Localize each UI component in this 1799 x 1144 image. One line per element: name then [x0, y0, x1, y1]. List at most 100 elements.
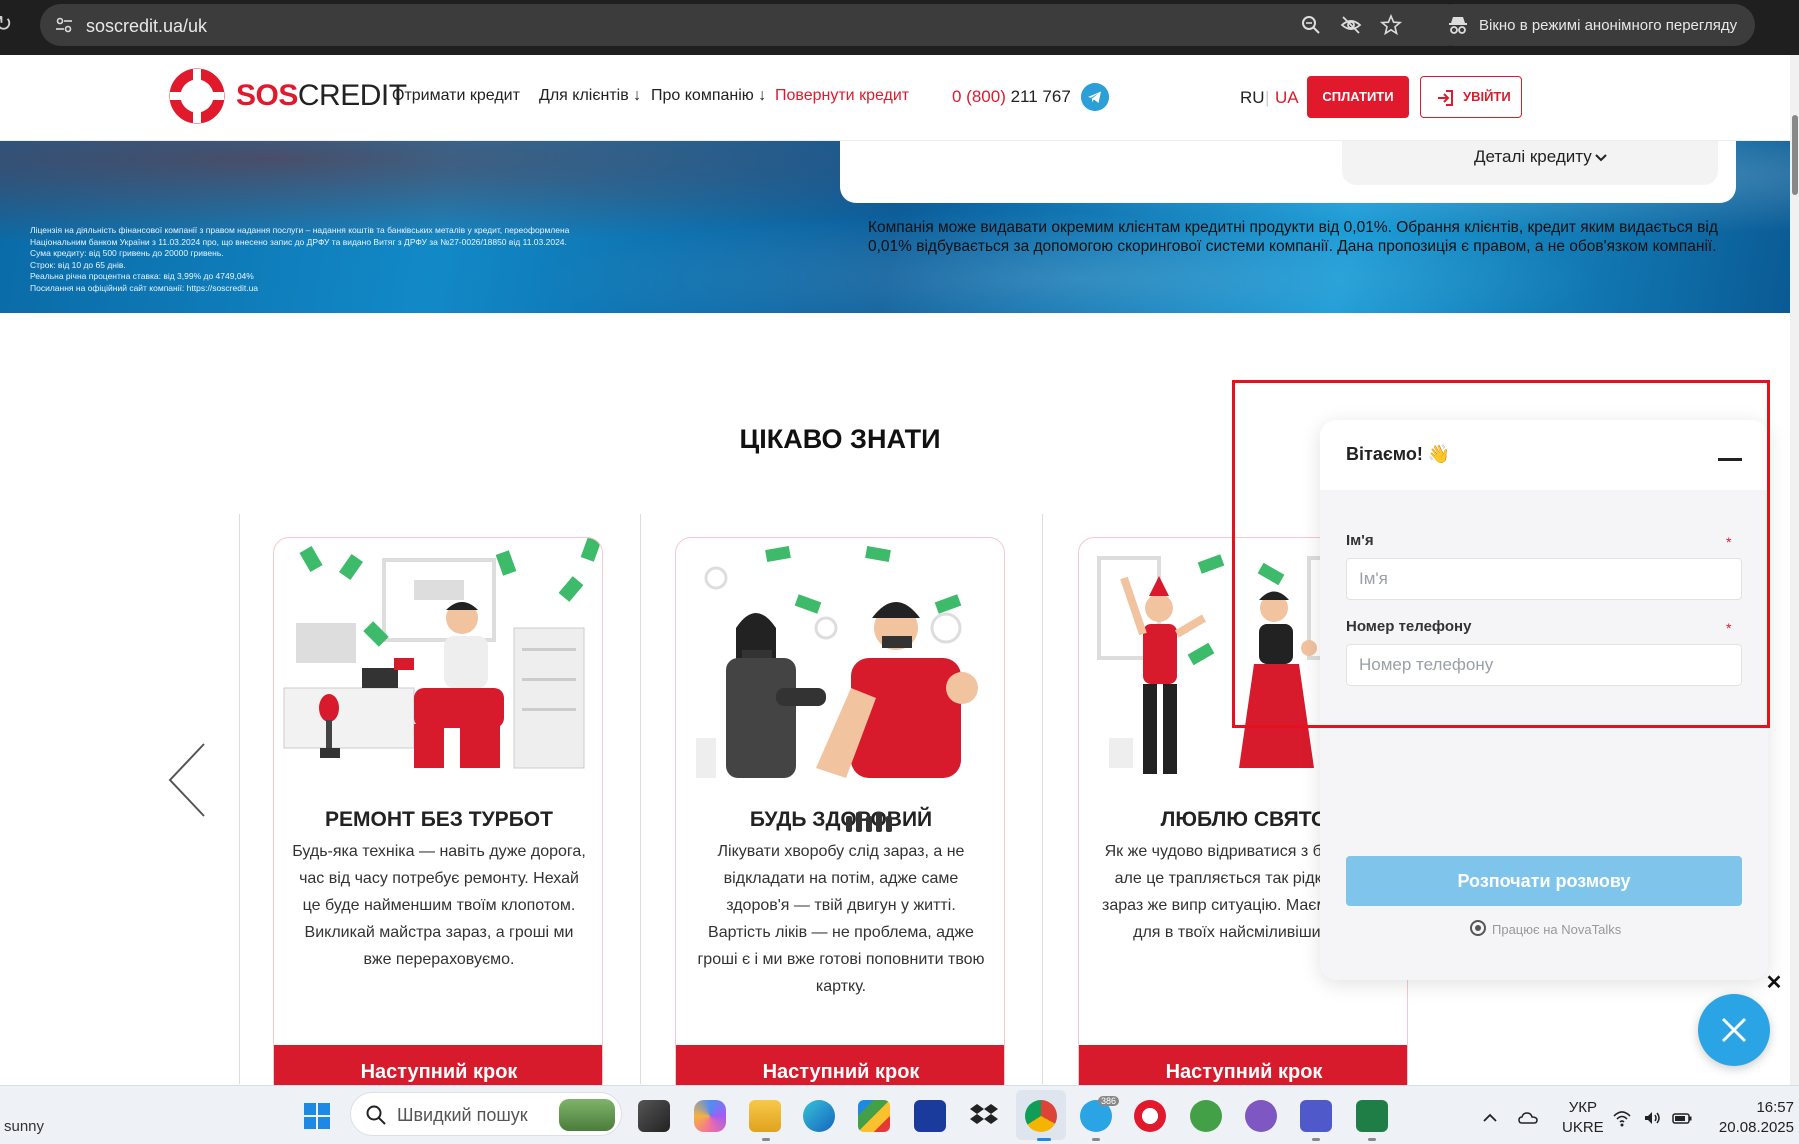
search-highlight-image [559, 1099, 615, 1131]
running-dot [1368, 1138, 1376, 1141]
telegram-icon[interactable] [1081, 83, 1109, 111]
clock-date: 20.08.2025 [1718, 1119, 1794, 1136]
site-info-icon[interactable] [54, 15, 74, 35]
start-conversation-button[interactable]: Розпочати розмову [1346, 856, 1742, 906]
nav-for-clients[interactable]: Для клієнтів ↓ [539, 87, 641, 105]
running-dot [1092, 1138, 1100, 1141]
clock-time: 16:57 [1756, 1099, 1794, 1116]
incognito-indicator[interactable]: Вікно в режимі анонімного перегляду [1433, 4, 1755, 46]
license-line: Реальна річна процентна ставка: від 3,99… [30, 271, 254, 281]
dropbox-icon[interactable] [968, 1100, 1000, 1132]
battery-icon[interactable] [1672, 1108, 1692, 1128]
site-header: SOSCREDIT Отримати кредит Для клієнтів ↓… [0, 55, 1790, 141]
search-placeholder: Швидкий пошук [397, 1105, 528, 1125]
logo-credit: CREDIT [297, 79, 407, 112]
system-clock[interactable]: 16:57 20.08.2025 [1712, 1098, 1794, 1138]
chat-greeting: Вітаємо! 👋 [1346, 444, 1451, 464]
nav-get-credit[interactable]: Отримати кредит [392, 87, 520, 105]
carousel-prev-arrow-icon[interactable] [166, 740, 206, 820]
card-next-step-button[interactable]: Наступний крок [1079, 1045, 1407, 1086]
license-info: Ліцензія на діяльність фінансової компан… [30, 225, 730, 294]
minimize-icon[interactable] [1718, 458, 1742, 461]
edge-icon[interactable] [803, 1100, 835, 1132]
url-text[interactable]: soscredit.ua/uk [86, 16, 207, 37]
chrome-icon[interactable] [1025, 1100, 1057, 1132]
weather-widget[interactable]: sunny [4, 1118, 44, 1135]
phone-number[interactable]: 0 (800) 211 767 [952, 87, 1071, 107]
nav-repay-credit[interactable]: Повернути кредит [775, 87, 909, 105]
credit-details-toggle[interactable]: Деталі кредиту [1342, 141, 1718, 185]
hero-banner: Ліцензія на діяльність фінансової компан… [0, 141, 1790, 313]
pay-button[interactable]: СПЛАТИТИ [1307, 76, 1409, 118]
file-explorer-icon[interactable] [749, 1100, 781, 1132]
required-mark: * [1726, 620, 1732, 636]
opera-icon[interactable] [1134, 1100, 1166, 1132]
logo-sos: SOS [236, 79, 298, 112]
card-text: Будь-яка техніка — навіть дуже дорога, ч… [292, 843, 586, 968]
nav-about-company[interactable]: Про компанію ↓ [651, 87, 766, 105]
required-mark: * [1726, 534, 1732, 550]
eye-off-icon[interactable] [1340, 14, 1362, 36]
chevron-down-icon [1595, 154, 1607, 162]
scrollbar-thumb[interactable] [1792, 115, 1798, 195]
lang-ua[interactable]: UA [1275, 88, 1299, 108]
divider [1042, 514, 1043, 1084]
credit-calculator-card: Деталі кредиту [840, 141, 1736, 203]
store-icon[interactable] [858, 1100, 890, 1132]
viber-icon[interactable] [1245, 1100, 1277, 1132]
phone-input[interactable] [1346, 644, 1742, 686]
windows-start-icon[interactable] [303, 1102, 331, 1130]
excel-icon[interactable] [1356, 1100, 1388, 1132]
input-language[interactable]: УКР UKRE [1562, 1098, 1604, 1138]
address-bar[interactable]: soscredit.ua/uk [40, 4, 1468, 46]
license-line: Строк: від 10 до 65 днів. [30, 259, 126, 270]
chat-widget: Вітаємо! 👋 Ім'я * Номер телефону * Розпо… [1320, 420, 1768, 980]
running-dot [1037, 1138, 1051, 1141]
license-line: Національним банком України з 11.03.2024… [30, 236, 567, 247]
hero-disclaimer: Компанія може видавати окремим клієнтам … [868, 219, 1718, 255]
card-next-step-button[interactable]: Наступний крок [274, 1045, 602, 1086]
page-scrollbar[interactable] [1790, 55, 1799, 1085]
zoom-icon[interactable] [1300, 14, 1322, 36]
incognito-label: Вікно в режимі анонімного перегляду [1479, 17, 1738, 34]
login-button[interactable]: УВІЙТИ [1420, 76, 1522, 118]
reload-icon[interactable]: ↻ [0, 10, 22, 38]
info-card-repair: РЕМОНТ БЕЗ ТУРБОТ Будь-яка техніка — нав… [273, 537, 603, 1087]
phone-label: Номер телефону [1346, 618, 1472, 635]
phone-code: 0 (800) [952, 87, 1006, 106]
card-title: БУДЬ ЗДОРОВИЙ [749, 808, 933, 831]
chevron-up-icon[interactable] [1480, 1108, 1500, 1128]
taskbar-search[interactable]: Швидкий пошук [350, 1092, 622, 1136]
info-card-health: БУДЬ ЗДОРОВИЙ Лікувати хворобу слід зара… [675, 537, 1005, 1087]
chat-header: Вітаємо! 👋 [1320, 420, 1768, 490]
task-view-icon[interactable] [638, 1100, 670, 1132]
login-label: УВІЙТИ [1463, 89, 1511, 104]
onedrive-cloud-icon[interactable] [1518, 1108, 1538, 1128]
powered-by-text: Працює на NovaTalks [1492, 922, 1622, 937]
license-line: Посилання на офіційний сайт компанії: ht… [30, 282, 259, 293]
lifebuoy-icon [169, 68, 225, 124]
license-line: Ліцензія на діяльність фінансової компан… [30, 225, 570, 235]
login-icon [1438, 90, 1453, 106]
credit-details-label: Деталі кредиту [1474, 147, 1592, 166]
phone-digits: 211 767 [1005, 87, 1071, 106]
browser-toolbar: ↻ soscredit.ua/uk Вікно в режимі анонімн… [0, 0, 1799, 55]
copilot-icon[interactable] [694, 1100, 726, 1132]
name-input[interactable] [1346, 558, 1742, 600]
search-icon [366, 1105, 386, 1125]
bookmark-star-icon[interactable] [1380, 14, 1402, 36]
close-icon[interactable]: ✕ [1765, 973, 1783, 993]
l-app-icon[interactable] [914, 1100, 946, 1132]
telegram-badge: 386 [1098, 1096, 1120, 1106]
card-next-step-button[interactable]: Наступний крок [676, 1045, 1004, 1086]
lang-separator: | [1265, 88, 1270, 107]
running-dot [762, 1138, 770, 1141]
utorrent-icon[interactable] [1190, 1100, 1222, 1132]
lang-ru[interactable]: RU [1240, 88, 1265, 108]
teams-icon[interactable] [1300, 1100, 1332, 1132]
chat-toggle-button[interactable] [1698, 994, 1770, 1066]
wifi-icon[interactable] [1612, 1108, 1632, 1128]
site-logo[interactable]: SOSCREDIT [168, 65, 407, 127]
loading-bars-icon [846, 812, 892, 832]
volume-icon[interactable] [1642, 1108, 1662, 1128]
